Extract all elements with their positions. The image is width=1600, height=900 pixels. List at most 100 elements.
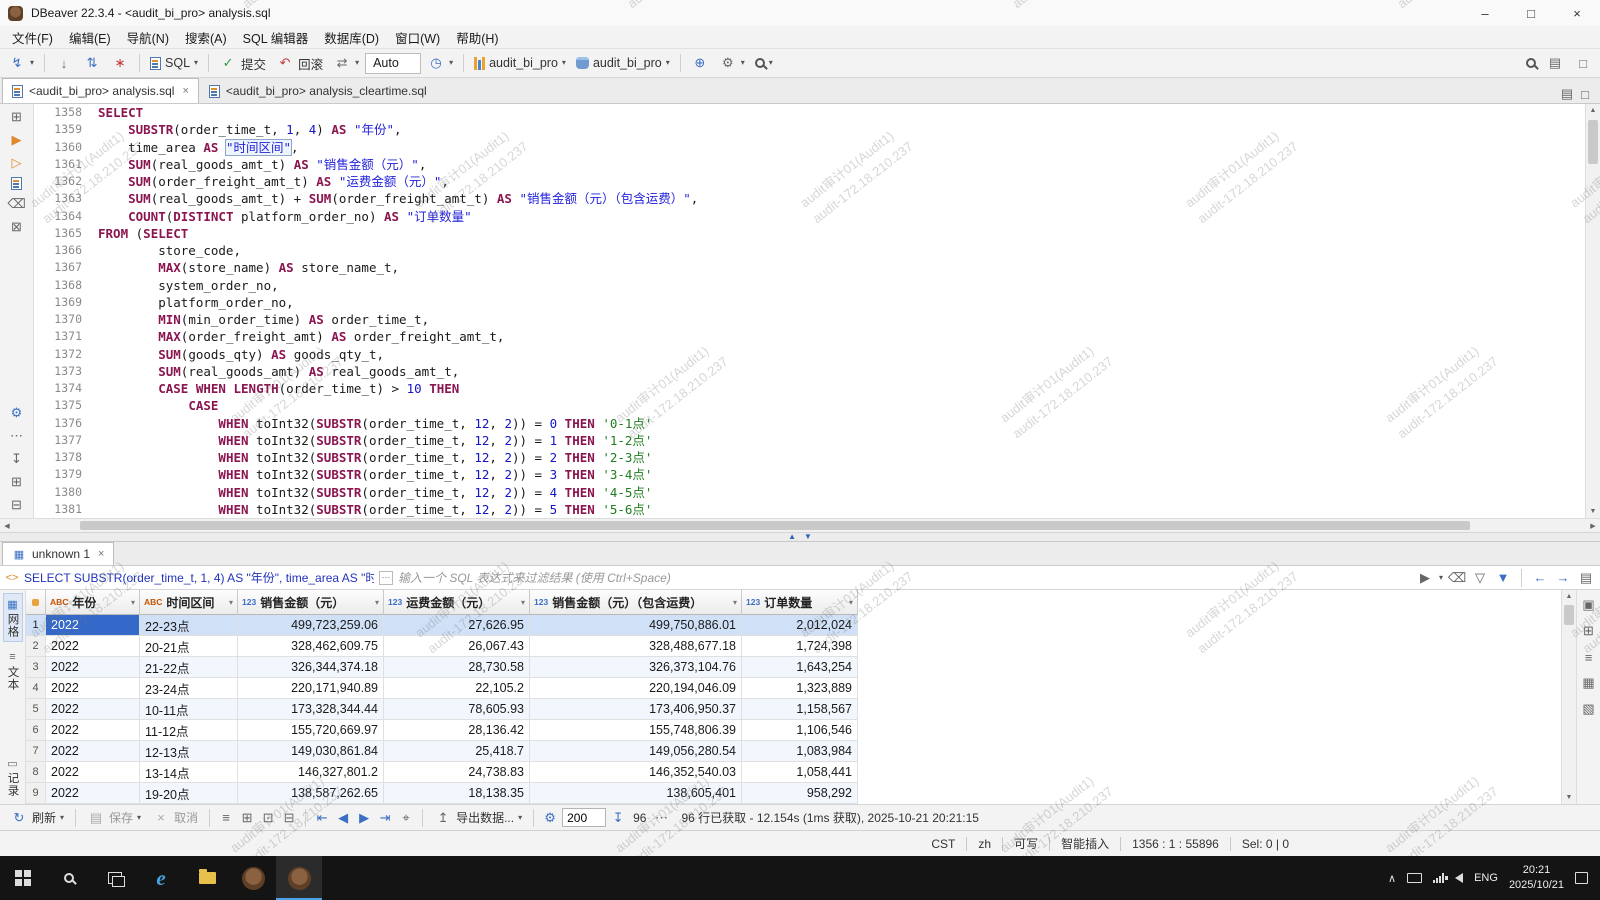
grid-cell[interactable]: 1,724,398 [742,636,858,657]
presentation-text[interactable]: ≡ 文本 [3,646,23,695]
edit-value-icon[interactable]: ≡ [217,809,235,827]
column-menu-icon[interactable]: ▾ [131,598,135,607]
restore-navigator-icon[interactable]: ⊞ [8,108,26,126]
column-header-5[interactable]: 123销售金额（元）（包含运费）▾ [530,590,742,615]
execute-script-icon[interactable]: ▷ [8,154,26,172]
collapse-up-icon[interactable]: ▲ [788,533,796,541]
grid-cell[interactable]: 1,158,567 [742,699,858,720]
grid-cell[interactable]: 13-14点 [140,762,238,783]
grid-cell[interactable]: 1,058,441 [742,762,858,783]
schema-selector[interactable]: audit_bi_pro▾ [572,51,674,75]
column-menu-icon[interactable]: ▾ [733,598,737,607]
minimize-view-button[interactable]: □ [1570,51,1596,75]
txn-log-button[interactable]: ◷▾ [423,51,457,75]
grid-cell[interactable]: 155,748,806.39 [530,720,742,741]
grid-cell[interactable]: 2022 [46,720,140,741]
code-line[interactable]: 1376 WHEN toInt32(SUBSTR(order_time_t, 1… [34,415,1585,432]
column-header-2[interactable]: ABC时间区间▾ [140,590,238,615]
row-number[interactable]: 5 [26,699,46,720]
grid-cell[interactable]: 28,730.58 [384,657,530,678]
view-menu-icon[interactable]: ▤ [1558,85,1576,103]
menu-sql-editor[interactable]: SQL 编辑器 [235,26,317,49]
grid-cell[interactable]: 173,406,950.37 [530,699,742,720]
search-button[interactable]: ▾ [751,51,777,75]
task-view-button[interactable] [92,856,138,900]
grid-row-7[interactable]: 7202212-13点149,030,861.8425,418.7149,056… [26,741,858,762]
settings-button[interactable]: ⚙▾ [715,51,749,75]
new-script-icon[interactable]: ⊞ [8,473,26,491]
status-caret-position[interactable]: 1356 : 1 : 55896 [1121,837,1230,851]
connection-selector[interactable]: audit_bi_pro▾ [470,51,570,75]
taskbar-dbeaver-button[interactable] [276,856,322,900]
grid-cell[interactable]: 23-24点 [140,678,238,699]
apply-filter-icon[interactable]: ▶ [1416,569,1434,587]
grid-cell[interactable]: 499,723,259.06 [238,615,384,636]
code-line[interactable]: 1374 CASE WHEN LENGTH(order_time_t) > 10… [34,380,1585,397]
code-line[interactable]: 1365FROM (SELECT [34,225,1585,242]
grid-row-3[interactable]: 3202221-22点326,344,374.1828,730.58326,37… [26,657,858,678]
sql-editor[interactable]: 1358SELECT1359 SUBSTR(order_time_t, 1, 4… [34,104,1585,518]
grid-cell[interactable]: 20-21点 [140,636,238,657]
grid-cell[interactable]: 2022 [46,678,140,699]
grid-cell[interactable]: 958,292 [742,783,858,804]
code-line[interactable]: 1371 MAX(order_freight_amt) AS order_fre… [34,328,1585,345]
scroll-left-icon[interactable]: ◀ [0,519,14,532]
gear-icon[interactable]: ⚙ [541,809,559,827]
grid-cell[interactable]: 26,067.43 [384,636,530,657]
grid-cell[interactable]: 149,030,861.84 [238,741,384,762]
chevron-down-icon[interactable]: ▾ [1439,574,1443,582]
grid-cell[interactable]: 146,327,801.2 [238,762,384,783]
taskbar-clock[interactable]: 20:21 2025/10/21 [1509,863,1564,893]
presentation-record[interactable]: ▭ 记录 [3,752,23,801]
more-icon[interactable]: ⋯ [652,809,670,827]
code-line[interactable]: 1381 WHEN toInt32(SUBSTR(order_time_t, 1… [34,501,1585,518]
grid-cell[interactable]: 24,738.83 [384,762,530,783]
code-line[interactable]: 1373 SUM(real_goods_amt) AS real_goods_a… [34,363,1585,380]
column-menu-icon[interactable]: ▾ [375,598,379,607]
code-line[interactable]: 1378 WHEN toInt32(SUBSTR(order_time_t, 1… [34,449,1585,466]
prev-row-icon[interactable]: ◀ [334,809,352,827]
txn-mode-button[interactable]: ⇄▾ [329,51,363,75]
grid-cell[interactable]: 2022 [46,699,140,720]
next-row-icon[interactable]: ▶ [355,809,373,827]
action-center-icon[interactable] [1575,872,1588,884]
calc-panel-icon[interactable]: ⊞ [1580,622,1598,640]
scroll-thumb[interactable] [1588,120,1598,164]
column-header-3[interactable]: 123销售金额（元）▾ [238,590,384,615]
grid-row-6[interactable]: 6202211-12点155,720,669.9728,136.42155,74… [26,720,858,741]
grid-cell[interactable]: 22-23点 [140,615,238,636]
output-icon[interactable]: ⊠ [8,218,26,236]
grid-cell[interactable]: 25,418.7 [384,741,530,762]
menu-file[interactable]: 文件(F) [4,26,61,49]
grid-cell[interactable]: 27,626.95 [384,615,530,636]
execute-query-icon[interactable]: ▶ [8,131,26,149]
row-number[interactable]: 9 [26,783,46,804]
code-line[interactable]: 1367 MAX(store_name) AS store_name_t, [34,259,1585,276]
code-line[interactable]: 1369 platform_order_no, [34,294,1585,311]
grid-cell[interactable]: 2,012,024 [742,615,858,636]
row-number[interactable]: 2 [26,636,46,657]
row-number[interactable]: 8 [26,762,46,783]
grid-cell[interactable]: 326,373,104.76 [530,657,742,678]
value-view-icon[interactable]: ▣ [1580,596,1598,614]
grid-cell[interactable]: 326,344,374.18 [238,657,384,678]
menu-edit[interactable]: 编辑(E) [61,26,119,49]
add-row-icon[interactable]: ⊞ [238,809,256,827]
filter-icon[interactable]: ▼ [1494,569,1512,587]
code-line[interactable]: 1363 SUM(real_goods_amt_t) + SUM(order_f… [34,190,1585,207]
grid-cell[interactable]: 1,643,254 [742,657,858,678]
expand-filter-icon[interactable]: ⋯ [379,571,393,585]
grid-cell[interactable]: 19-20点 [140,783,238,804]
explain-plan-icon[interactable] [11,177,22,190]
grid-row-2[interactable]: 2202220-21点328,462,609.7526,067.43328,48… [26,636,858,657]
export-script-icon[interactable]: ↧ [8,450,26,468]
row-number[interactable]: 7 [26,741,46,762]
network-button[interactable]: ⊕ [687,51,713,75]
scroll-thumb[interactable] [1564,605,1574,625]
menu-window[interactable]: 窗口(W) [387,26,448,49]
presentation-grid[interactable]: ▦ 网格 [3,593,23,642]
column-menu-icon[interactable]: ▾ [521,598,525,607]
save-button[interactable]: ▤保存▾ [83,806,145,830]
focus-row-icon[interactable]: ⌖ [397,809,415,827]
results-grid[interactable]: ABC年份▾ABC时间区间▾123销售金额（元）▾123运费金额（元）▾123销… [26,590,1561,804]
